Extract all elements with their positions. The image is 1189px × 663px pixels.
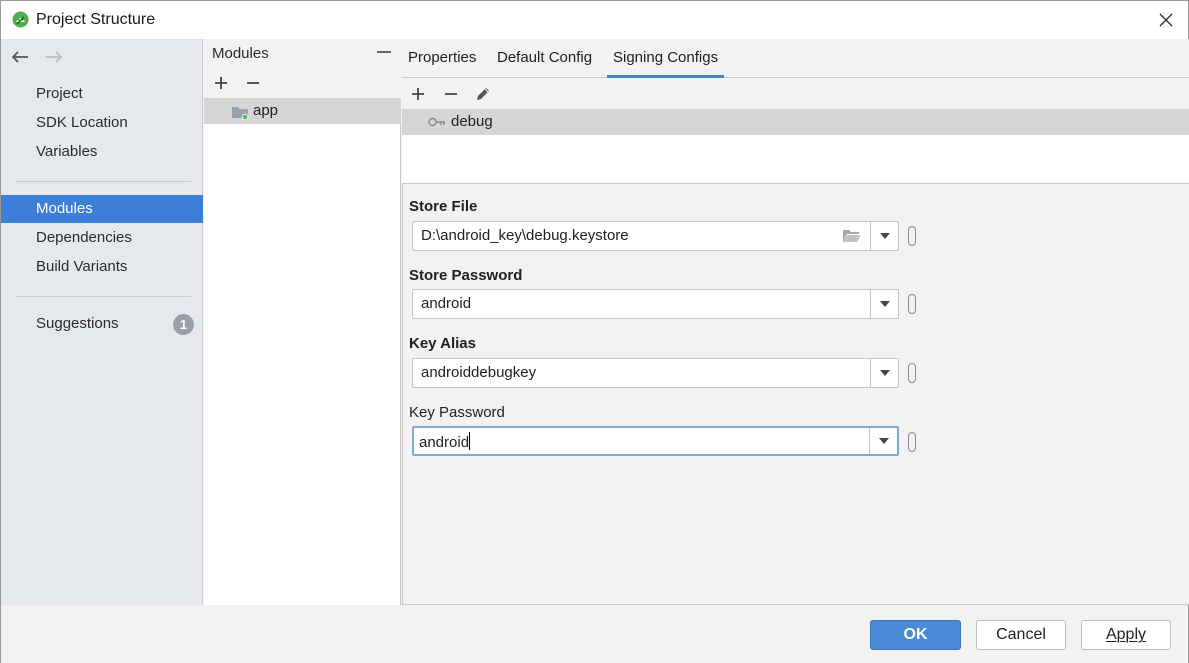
history-nav: [10, 47, 64, 67]
android-studio-logo: [12, 11, 29, 28]
store-password-dropdown-button[interactable]: [870, 290, 898, 318]
key-alias-expand-button[interactable]: [908, 363, 916, 383]
add-module-button[interactable]: [211, 73, 231, 93]
rename-config-button[interactable]: [473, 84, 493, 104]
store-password-expand-button[interactable]: [908, 294, 916, 314]
sidebar-item-variables[interactable]: Variables: [1, 138, 203, 166]
cancel-button[interactable]: Cancel: [976, 620, 1066, 650]
modules-toolbar: [204, 67, 401, 98]
chevron-down-icon: [878, 438, 889, 444]
forward-button[interactable]: [44, 47, 64, 67]
sidebar-divider: [15, 296, 191, 297]
sidebar-divider: [15, 181, 191, 182]
title-bar: Project Structure: [1, 1, 1188, 39]
modules-panel: Modules app: [204, 39, 401, 605]
modules-title: Modules: [212, 45, 269, 62]
tab-signing-configs[interactable]: Signing Configs: [607, 49, 725, 78]
key-alias-dropdown-button[interactable]: [870, 359, 898, 387]
store-file-dropdown-button[interactable]: [870, 222, 898, 250]
suggestions-count-badge: 1: [173, 314, 194, 335]
chevron-down-icon: [879, 370, 890, 376]
apply-button[interactable]: Apply: [1081, 620, 1171, 650]
module-label: app: [253, 102, 279, 119]
config-label: debug: [451, 113, 493, 130]
store-password-field[interactable]: android: [412, 289, 899, 319]
key-password-field[interactable]: android: [412, 426, 899, 456]
signing-config-list: debug: [402, 109, 1189, 184]
sidebar-item-project[interactable]: Project: [1, 80, 203, 108]
store-file-label: Store File: [409, 198, 478, 215]
window-title: Project Structure: [36, 11, 156, 28]
signing-config-form: Store File D:\android_key\debug.keystore…: [402, 185, 1189, 605]
plus-icon: [215, 77, 227, 89]
signing-configs-toolbar: [402, 79, 1189, 109]
module-item-app[interactable]: app: [204, 98, 401, 124]
minus-icon: [445, 93, 457, 95]
pencil-icon: [477, 88, 489, 100]
key-alias-field[interactable]: androiddebugkey: [412, 358, 899, 388]
close-button[interactable]: [1144, 1, 1188, 39]
store-file-field[interactable]: D:\android_key\debug.keystore: [412, 221, 899, 251]
sidebar: Project SDK Location Variables Modules D…: [1, 39, 203, 605]
dialog-footer: OK Cancel Apply: [1, 605, 1188, 663]
back-arrow-icon: [11, 51, 28, 63]
store-password-label: Store Password: [409, 267, 523, 284]
forward-arrow-icon: [46, 51, 63, 63]
open-folder-icon[interactable]: [842, 228, 862, 244]
remove-module-button[interactable]: [243, 73, 263, 93]
key-icon: [428, 117, 445, 127]
remove-config-button[interactable]: [441, 84, 461, 104]
tab-properties[interactable]: Properties: [408, 49, 476, 78]
text-cursor: [469, 432, 471, 450]
project-structure-dialog: Project Structure Project SDK Location V…: [0, 0, 1189, 663]
key-password-expand-button[interactable]: [908, 432, 916, 452]
sidebar-item-build-variants[interactable]: Build Variants: [1, 253, 203, 281]
add-config-button[interactable]: [408, 84, 428, 104]
store-file-expand-button[interactable]: [908, 226, 916, 246]
folder-module-icon: [232, 107, 249, 120]
store-file-value: D:\android_key\debug.keystore: [421, 227, 629, 244]
hide-modules-button[interactable]: [375, 43, 393, 61]
main-panel: Properties Default Config Signing Config…: [402, 39, 1189, 605]
tab-bar: Properties Default Config Signing Config…: [402, 39, 1189, 78]
sidebar-item-suggestions[interactable]: Suggestions 1: [1, 310, 203, 338]
ok-button[interactable]: OK: [870, 620, 961, 650]
close-icon: [1159, 13, 1173, 27]
key-alias-label: Key Alias: [409, 335, 476, 352]
config-item-debug[interactable]: debug: [402, 109, 1189, 135]
sidebar-item-dependencies[interactable]: Dependencies: [1, 224, 203, 252]
key-alias-value: androiddebugkey: [421, 364, 537, 381]
chevron-down-icon: [879, 233, 890, 239]
plus-icon: [412, 88, 424, 100]
minus-icon: [247, 82, 259, 84]
suggestions-label: Suggestions: [36, 315, 119, 332]
chevron-down-icon: [879, 301, 890, 307]
modules-header: Modules: [204, 39, 401, 67]
key-password-value: android: [419, 434, 470, 451]
key-password-label: Key Password: [409, 404, 505, 421]
sidebar-item-sdk-location[interactable]: SDK Location: [1, 109, 203, 137]
minus-icon: [377, 51, 391, 53]
tab-default-config[interactable]: Default Config: [497, 49, 592, 78]
key-password-value-wrap: android: [419, 432, 471, 451]
key-password-dropdown-button[interactable]: [869, 428, 897, 454]
sidebar-item-modules[interactable]: Modules: [1, 195, 203, 223]
back-button[interactable]: [10, 47, 30, 67]
store-password-value: android: [421, 295, 472, 312]
